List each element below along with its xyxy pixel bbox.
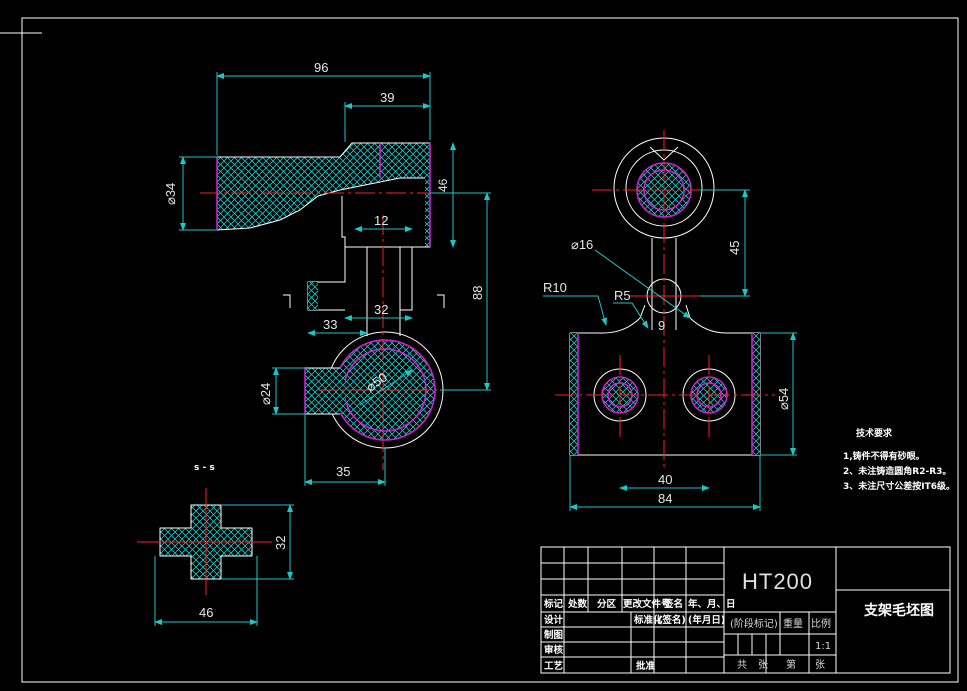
svg-text:批准: 批准 bbox=[636, 660, 656, 672]
svg-text:32: 32 bbox=[273, 536, 288, 550]
svg-text:分区: 分区 bbox=[597, 598, 617, 610]
svg-text:制图: 制图 bbox=[544, 629, 563, 641]
title-block: 标记 处数 分区 更改文件号 签名 年、月、日 设计 标准化 (签名) (年月日… bbox=[540, 546, 951, 674]
sheet-border bbox=[21, 17, 959, 683]
svg-text:共: 共 bbox=[737, 659, 747, 671]
svg-text:张: 张 bbox=[815, 659, 825, 671]
svg-text:2、未注铸造圆角R2-R3。: 2、未注铸造圆角R2-R3。 bbox=[843, 465, 951, 477]
svg-text:40: 40 bbox=[658, 472, 672, 487]
svg-text:⌀54: ⌀54 bbox=[776, 388, 791, 410]
svg-text:88: 88 bbox=[470, 286, 485, 300]
svg-text:3、未注尺寸公差按IT6级。: 3、未注尺寸公差按IT6级。 bbox=[843, 480, 955, 492]
svg-text:技术要求: 技术要求 bbox=[856, 427, 893, 439]
section-view: s - s 46 32 bbox=[137, 463, 294, 626]
svg-text:s - s: s - s bbox=[194, 463, 215, 473]
svg-text:张: 张 bbox=[758, 659, 768, 671]
svg-text:第: 第 bbox=[786, 658, 796, 671]
svg-text:年、月、日: 年、月、日 bbox=[688, 598, 736, 610]
svg-text:审核: 审核 bbox=[544, 644, 564, 656]
svg-text:签名: 签名 bbox=[663, 598, 683, 610]
svg-text:R5: R5 bbox=[614, 288, 631, 303]
svg-text:工艺: 工艺 bbox=[544, 660, 564, 672]
svg-text:46: 46 bbox=[199, 605, 213, 620]
svg-text:32: 32 bbox=[374, 302, 388, 317]
svg-text:96: 96 bbox=[314, 60, 328, 75]
svg-text:46: 46 bbox=[436, 178, 450, 192]
svg-text:9: 9 bbox=[658, 318, 665, 333]
svg-text:45: 45 bbox=[727, 241, 742, 255]
svg-text:R10: R10 bbox=[543, 280, 567, 295]
svg-text:35: 35 bbox=[336, 464, 350, 479]
svg-text:标记: 标记 bbox=[543, 598, 564, 610]
svg-text:(年月日): (年月日) bbox=[688, 614, 725, 626]
svg-text:12: 12 bbox=[374, 213, 388, 228]
svg-text:设计: 设计 bbox=[544, 614, 564, 626]
engineering-drawing: 96 39 ⌀34 46 12 88 32 33 ⌀24 ⌀50 35 45 ⌀… bbox=[0, 17, 959, 683]
svg-text:39: 39 bbox=[380, 90, 394, 105]
svg-text:1,铸件不得有砂眼。: 1,铸件不得有砂眼。 bbox=[843, 450, 925, 462]
svg-text:33: 33 bbox=[323, 317, 337, 332]
svg-text:支架毛坯图: 支架毛坯图 bbox=[863, 602, 934, 619]
tech-requirements: 技术要求 1,铸件不得有砂眼。 2、未注铸造圆角R2-R3。 3、未注尺寸公差按… bbox=[843, 427, 955, 492]
svg-text:⌀24: ⌀24 bbox=[258, 383, 273, 405]
svg-text:重量: 重量 bbox=[783, 617, 803, 630]
side-view: 45 ⌀16 R10 R5 9 ⌀54 40 84 bbox=[543, 130, 797, 511]
svg-text:处数: 处数 bbox=[567, 598, 588, 610]
front-view: 96 39 ⌀34 46 12 88 32 33 ⌀24 ⌀50 35 bbox=[163, 60, 491, 486]
svg-text:比例: 比例 bbox=[811, 617, 831, 630]
svg-text:(阶段标记): (阶段标记) bbox=[730, 617, 778, 630]
svg-text:(签名): (签名) bbox=[658, 614, 686, 626]
svg-text:1:1: 1:1 bbox=[815, 641, 831, 652]
svg-text:⌀16: ⌀16 bbox=[571, 237, 593, 252]
svg-text:84: 84 bbox=[658, 491, 672, 506]
svg-text:⌀34: ⌀34 bbox=[163, 183, 178, 205]
svg-text:HT200: HT200 bbox=[742, 569, 813, 594]
